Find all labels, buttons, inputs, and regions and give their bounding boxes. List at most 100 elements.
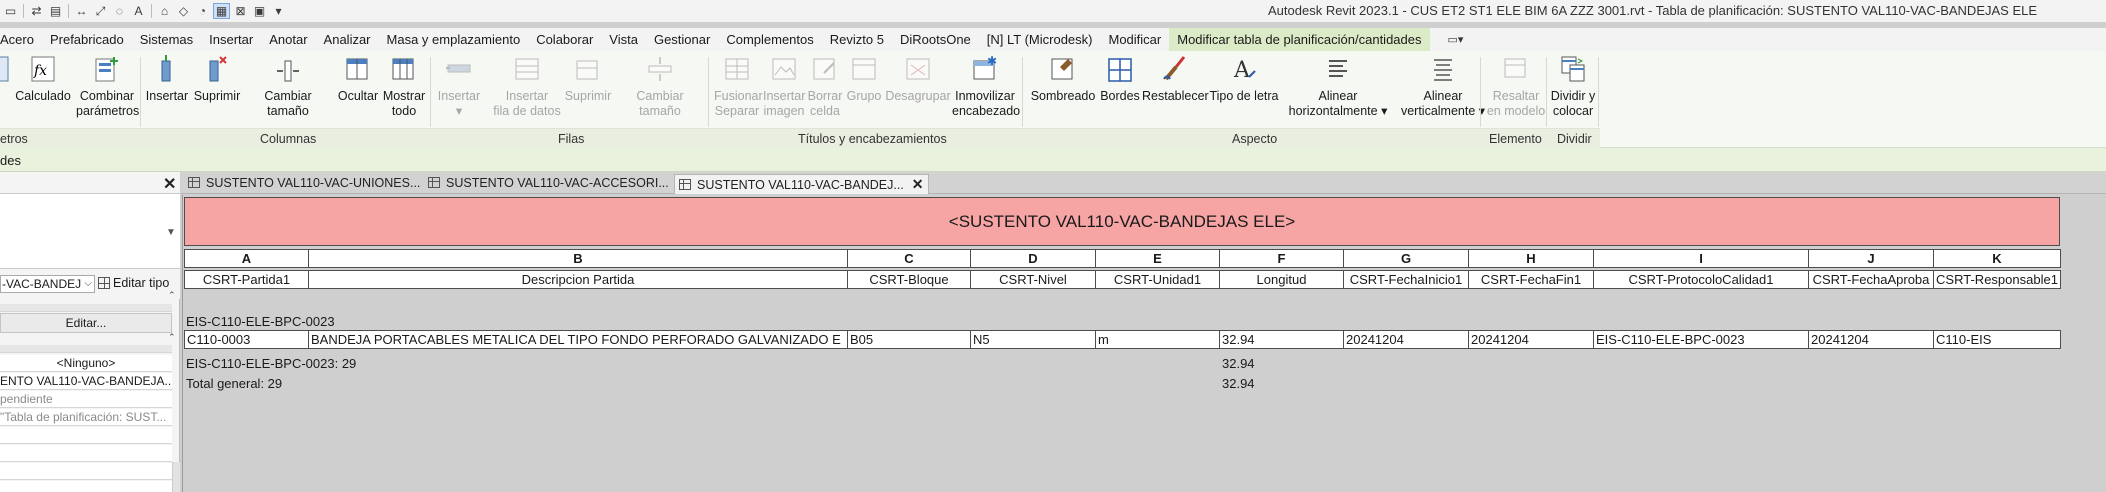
tab-analizar[interactable]: Analizar xyxy=(316,28,379,51)
empty-property-row[interactable] xyxy=(0,481,172,492)
customize-qat-icon[interactable]: ▾ xyxy=(270,3,287,19)
cambiar-tamano-fila-button[interactable]: Cambiar tamaño xyxy=(614,53,706,119)
tab-modificar[interactable]: Modificar xyxy=(1100,28,1169,51)
grand-total-label[interactable]: Total general: 29 xyxy=(186,376,282,391)
tab-dirootsone[interactable]: DiRootsOne xyxy=(892,28,979,51)
tab-masa[interactable]: Masa y emplazamiento xyxy=(379,28,529,51)
column-letter[interactable]: H xyxy=(1468,249,1594,268)
restablecer-button[interactable]: Restablecer xyxy=(1142,53,1209,104)
tab-uniones[interactable]: SUSTENTO VAL110-VAC-UNIONES... xyxy=(188,174,420,194)
tab-lt-microdesk[interactable]: [N] LT (Microdesk) xyxy=(979,28,1101,51)
type-selector-preview[interactable]: ▼ xyxy=(0,194,180,269)
cell-fecha-inicio[interactable]: 20241204 xyxy=(1343,330,1469,349)
sync-icon[interactable]: ⇄ xyxy=(28,3,45,19)
grupo-button[interactable]: Grupo xyxy=(844,53,884,104)
text-icon[interactable]: A xyxy=(130,3,147,19)
empty-property-row[interactable] xyxy=(0,427,172,444)
column-header[interactable]: CSRT-FechaInicio1 xyxy=(1343,270,1469,289)
type-filter-combo[interactable]: -VAC-BANDEJ ⌵ xyxy=(0,275,95,293)
column-header[interactable]: CSRT-FechaFin1 xyxy=(1468,270,1594,289)
tab-acero[interactable]: Acero xyxy=(0,28,42,51)
alinear-horizontalmente-button[interactable]: Alinear horizontalmente ▾ xyxy=(1288,53,1388,119)
bordes-button[interactable]: Bordes xyxy=(1098,53,1142,104)
cell-unidad[interactable]: m xyxy=(1095,330,1220,349)
measure-icon[interactable]: ↔ xyxy=(73,3,90,19)
edit-button[interactable]: Editar... xyxy=(0,313,172,333)
grand-total-value[interactable]: 32.94 xyxy=(1222,376,1255,391)
sombreado-button[interactable]: Sombreado xyxy=(1030,53,1096,104)
phase-filter-value[interactable]: <Ninguno> xyxy=(0,355,172,372)
chevron-down-icon[interactable]: ▼ xyxy=(166,227,176,238)
column-letter[interactable]: D xyxy=(970,249,1096,268)
cambiar-tamano-columna-button[interactable]: Cambiar tamaño xyxy=(242,53,334,119)
column-letter[interactable]: F xyxy=(1219,249,1344,268)
alinear-verticalmente-button[interactable]: Alinear verticalmente ▾ xyxy=(1398,53,1488,119)
ocultar-button[interactable]: Ocultar xyxy=(337,53,379,104)
mostrar-todo-button[interactable]: Mostrar todo xyxy=(381,53,427,119)
column-header[interactable]: CSRT-Unidad1 xyxy=(1095,270,1220,289)
column-header[interactable]: CSRT-Bloque xyxy=(847,270,971,289)
tab-accesorios[interactable]: SUSTENTO VAL110-VAC-ACCESORI... xyxy=(428,174,669,194)
collapse-icon[interactable]: ⌃ xyxy=(168,290,176,301)
close-icon[interactable]: ✕ xyxy=(163,174,176,194)
cell-responsable[interactable]: C110-EIS xyxy=(1933,330,2061,349)
tab-insertar[interactable]: Insertar xyxy=(201,28,261,51)
fusionar-separar-button[interactable]: Fusionar Separar xyxy=(714,53,763,119)
tab-gestionar[interactable]: Gestionar xyxy=(646,28,718,51)
column-letter[interactable]: B xyxy=(308,249,848,268)
view-name-value[interactable]: ENTO VAL110-VAC-BANDEJA... xyxy=(0,373,172,390)
partial-tool[interactable]: od xyxy=(0,53,9,119)
tab-colaborar[interactable]: Colaborar xyxy=(528,28,601,51)
column-letter[interactable]: K xyxy=(1933,249,2061,268)
ribbon-toggle[interactable]: ▭▾ xyxy=(1448,33,1464,46)
title-on-sheet-value[interactable]: "Tabla de planificación: SUST... xyxy=(0,409,172,426)
column-letter[interactable]: A xyxy=(184,249,309,268)
3d-view-icon[interactable]: ⌂ xyxy=(156,3,173,19)
column-header[interactable]: CSRT-Partida1 xyxy=(184,270,309,289)
suprimir-fila-button[interactable]: Suprimir xyxy=(564,53,612,104)
calculado-button[interactable]: fx Calculado xyxy=(14,53,72,104)
cell-partida[interactable]: C110-0003 xyxy=(184,330,309,349)
tab-complementos[interactable]: Complementos xyxy=(718,28,821,51)
column-header[interactable]: CSRT-ProtocoloCalidad1 xyxy=(1593,270,1809,289)
cell-bloque[interactable]: B05 xyxy=(847,330,971,349)
cell-descripcion[interactable]: BANDEJA PORTACABLES METALICA DEL TIPO FO… xyxy=(308,330,848,349)
schedule-view-icon[interactable]: ▦ xyxy=(213,3,230,19)
tab-modificar-tabla[interactable]: Modificar tabla de planificación/cantida… xyxy=(1169,28,1430,51)
column-letter[interactable]: E xyxy=(1095,249,1220,268)
cell-nivel[interactable]: N5 xyxy=(970,330,1096,349)
close-hidden-icon[interactable]: ⊠ xyxy=(232,3,249,19)
column-header[interactable]: Longitud xyxy=(1219,270,1344,289)
column-letter[interactable]: G xyxy=(1343,249,1469,268)
insertar-fila-button[interactable]: Insertar ▾ xyxy=(435,53,483,119)
tab-anotar[interactable]: Anotar xyxy=(261,28,315,51)
save-icon[interactable]: ▭ xyxy=(2,3,19,19)
tab-sistemas[interactable]: Sistemas xyxy=(132,28,201,51)
group-footer-label[interactable]: EIS-C110-ELE-BPC-0023: 29 xyxy=(186,356,356,371)
dividir-colocar-button[interactable]: Dividir y colocar xyxy=(1548,53,1598,119)
edit-type-button[interactable]: Editar tipo xyxy=(98,276,169,290)
schedule-title[interactable]: <SUSTENTO VAL110-VAC-BANDEJAS ELE> xyxy=(184,197,2060,246)
collapse-icon[interactable]: ⌃ xyxy=(168,332,176,343)
group-header-label[interactable]: EIS-C110-ELE-BPC-0023 xyxy=(186,314,335,329)
column-letter[interactable]: J xyxy=(1808,249,1934,268)
group-footer-value[interactable]: 32.94 xyxy=(1222,356,1255,371)
insertar-columna-button[interactable]: Insertar xyxy=(145,53,189,104)
column-header[interactable]: CSRT-FechaAproba xyxy=(1808,270,1934,289)
empty-property-row[interactable] xyxy=(0,445,172,462)
tab-bandejas[interactable]: SUSTENTO VAL110-VAC-BANDEJ... ✕ xyxy=(674,174,929,194)
print-icon[interactable]: ▤ xyxy=(47,3,64,19)
column-letter[interactable]: C xyxy=(847,249,971,268)
column-letter[interactable]: I xyxy=(1593,249,1809,268)
close-tab-icon[interactable]: ✕ xyxy=(912,176,924,192)
cell-protocolo[interactable]: EIS-C110-ELE-BPC-0023 xyxy=(1593,330,1809,349)
resaltar-en-modelo-button[interactable]: Resaltar en modelo xyxy=(1486,53,1546,119)
dimension-icon[interactable]: ⤢ xyxy=(92,3,109,19)
desagrupar-button[interactable]: Desagrupar xyxy=(885,53,951,104)
inmovilizar-encabezado-button[interactable]: ✱ Inmovilizar encabezado xyxy=(952,53,1020,119)
thin-lines-icon[interactable]: ◔ xyxy=(194,3,211,19)
tab-revizto[interactable]: Revizto 5 xyxy=(822,28,892,51)
tab-vista[interactable]: Vista xyxy=(601,28,646,51)
switch-windows-icon[interactable]: ▣ xyxy=(251,3,268,19)
tipo-letra-button[interactable]: A Tipo de letra xyxy=(1208,53,1280,104)
